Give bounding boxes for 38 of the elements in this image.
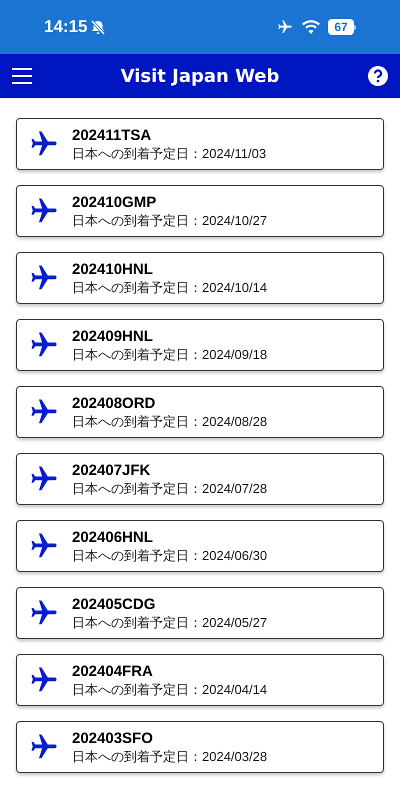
trip-code: 202405CDG bbox=[72, 595, 156, 614]
help-icon[interactable] bbox=[368, 66, 388, 86]
trip-card[interactable]: 202410HNL 日本への到着予定日：2024/10/14 bbox=[16, 252, 384, 304]
arrival-date: 日本への到着予定日：2024/07/28 bbox=[72, 480, 268, 497]
trip-card[interactable]: 202406HNL 日本への到着予定日：2024/06/30 bbox=[16, 520, 384, 572]
trip-card[interactable]: 202409HNL 日本への到着予定日：2024/09/18 bbox=[16, 319, 384, 371]
bell-slash-icon bbox=[91, 20, 106, 34]
trip-code: 202407JFK bbox=[72, 461, 152, 480]
trip-code: 202403SFO bbox=[72, 729, 154, 748]
wifi-icon bbox=[302, 20, 320, 34]
trip-card[interactable]: 202407JFK 日本への到着予定日：2024/07/28 bbox=[16, 453, 384, 505]
clock: 14:15 bbox=[44, 16, 88, 38]
battery-icon: 67 bbox=[328, 19, 356, 35]
trip-card[interactable]: 202404FRA 日本への到着予定日：2024/04/14 bbox=[16, 654, 384, 706]
arrival-date: 日本への到着予定日：2024/05/27 bbox=[72, 614, 268, 631]
airplane-icon bbox=[276, 19, 294, 35]
trip-card[interactable]: 202411TSA 日本への到着予定日：2024/11/03 bbox=[16, 118, 384, 170]
trip-code: 202410HNL bbox=[72, 260, 154, 279]
arrival-date: 日本への到着予定日：2024/08/28 bbox=[72, 413, 268, 430]
trip-code: 202410GMP bbox=[72, 193, 158, 212]
trip-code: 202406HNL bbox=[72, 528, 154, 547]
arrival-date: 日本への到着予定日：2024/10/14 bbox=[72, 279, 268, 296]
trip-card[interactable]: 202408ORD 日本への到着予定日：2024/08/28 bbox=[16, 386, 384, 438]
app-title: Visit Japan Web bbox=[120, 64, 280, 88]
arrival-date: 日本への到着予定日：2024/03/28 bbox=[72, 748, 268, 765]
arrival-date: 日本への到着予定日：2024/11/03 bbox=[72, 145, 266, 162]
arrival-date: 日本への到着予定日：2024/09/18 bbox=[72, 346, 268, 363]
arrival-date: 日本への到着予定日：2024/10/27 bbox=[72, 212, 268, 229]
trip-code: 202408ORD bbox=[72, 394, 156, 413]
arrival-date: 日本への到着予定日：2024/06/30 bbox=[72, 547, 268, 564]
trip-code: 202411TSA bbox=[72, 126, 152, 145]
trip-card[interactable]: 202410GMP 日本への到着予定日：2024/10/27 bbox=[16, 185, 384, 237]
trip-card[interactable]: 202403SFO 日本への到着予定日：2024/03/28 bbox=[16, 721, 384, 773]
trip-card[interactable]: 202405CDG 日本への到着予定日：2024/05/27 bbox=[16, 587, 384, 639]
arrival-date: 日本への到着予定日：2024/04/14 bbox=[72, 681, 268, 698]
trip-code: 202404FRA bbox=[72, 662, 154, 681]
menu-icon[interactable] bbox=[12, 68, 32, 84]
trip-code: 202409HNL bbox=[72, 327, 154, 346]
